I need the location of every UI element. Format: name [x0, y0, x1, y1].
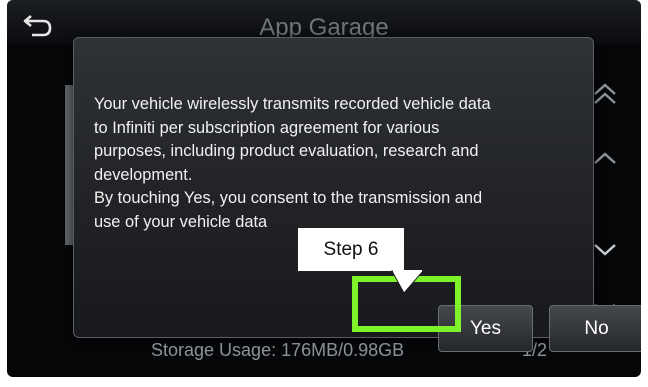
- step-label: Step 6: [323, 239, 379, 260]
- consent-dialog: Your vehicle wirelessly transmits record…: [73, 37, 641, 352]
- dialog-message: Your vehicle wirelessly transmits record…: [94, 95, 491, 231]
- step-callout: Step 6: [297, 227, 405, 272]
- infotainment-screen: App Garage Storage Usage: 176MB/0.98GB 1…: [7, 0, 641, 377]
- yes-button-highlight: [352, 276, 461, 332]
- no-button[interactable]: No: [549, 305, 641, 352]
- storage-usage: Storage Usage: 176MB/0.98GB: [151, 340, 405, 360]
